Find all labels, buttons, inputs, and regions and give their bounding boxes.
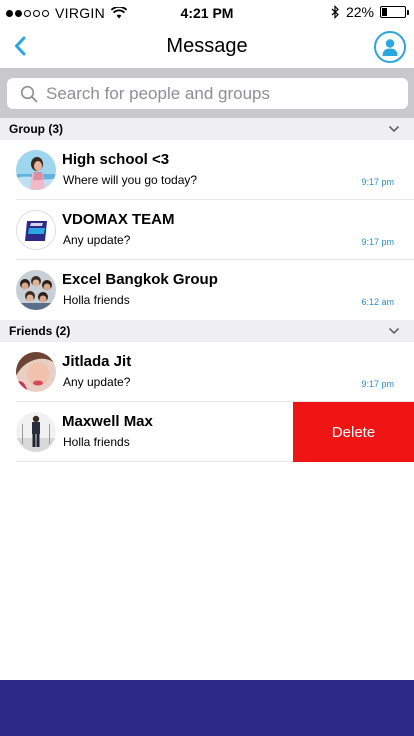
chevron-down-icon [388,124,400,134]
message-time: 6:12 am [361,297,394,307]
contact-name: Jitlada Jit [62,353,132,370]
profile-button[interactable] [374,31,406,63]
vdomax-logo-icon [17,211,55,249]
bottom-bar [0,680,414,736]
message-time: 9:17 pm [361,379,394,389]
delete-button[interactable]: Delete [293,402,414,462]
section-label: Friends (2) [9,324,71,338]
message-preview: Holla friends [63,293,130,307]
search-box[interactable] [7,78,408,109]
avatar [16,270,56,310]
status-bar: VIRGIN 4:21 PM 22% [0,0,414,26]
section-label: Group (3) [9,122,63,136]
list-item[interactable]: Excel Bangkok Group Holla friends 6:12 a… [0,260,414,320]
message-preview: Any update? [63,233,131,247]
status-right: 22% [331,4,409,20]
navigation-bar: Message [0,26,414,68]
contact-name: High school <3 [62,151,170,168]
battery-level [382,8,387,16]
contact-name: VDOMAX TEAM [62,211,175,228]
avatar [16,150,56,190]
section-header-groups[interactable]: Group (3) [0,118,414,140]
battery-percentage: 22% [345,4,374,20]
battery-icon [380,6,409,18]
page-title: Message [166,35,248,57]
avatar [16,412,56,452]
message-preview: Where will you go today? [63,173,198,187]
list-item[interactable]: Maxwell Max Holla friends Delete [0,402,414,462]
contact-name: Excel Bangkok Group [62,271,218,288]
chevron-down-icon [388,326,400,336]
message-time: 9:17 pm [361,177,394,187]
list-item[interactable]: Jitlada Jit Any update? 9:17 pm [0,342,414,402]
list-item[interactable]: High school <3 Where will you go today? … [0,140,414,200]
bluetooth-icon [331,5,340,19]
user-icon [382,39,398,56]
list-item[interactable]: VDOMAX TEAM Any update? 9:17 pm [0,200,414,260]
avatar [16,352,56,392]
avatar [16,210,56,250]
message-preview: Holla friends [63,435,130,449]
search-icon [20,85,38,103]
section-header-friends[interactable]: Friends (2) [0,320,414,342]
search-input[interactable] [46,83,386,104]
message-preview: Any update? [63,375,131,389]
message-time: 9:17 pm [361,237,394,247]
search-bar [0,68,414,118]
contact-name: Maxwell Max [62,413,153,430]
